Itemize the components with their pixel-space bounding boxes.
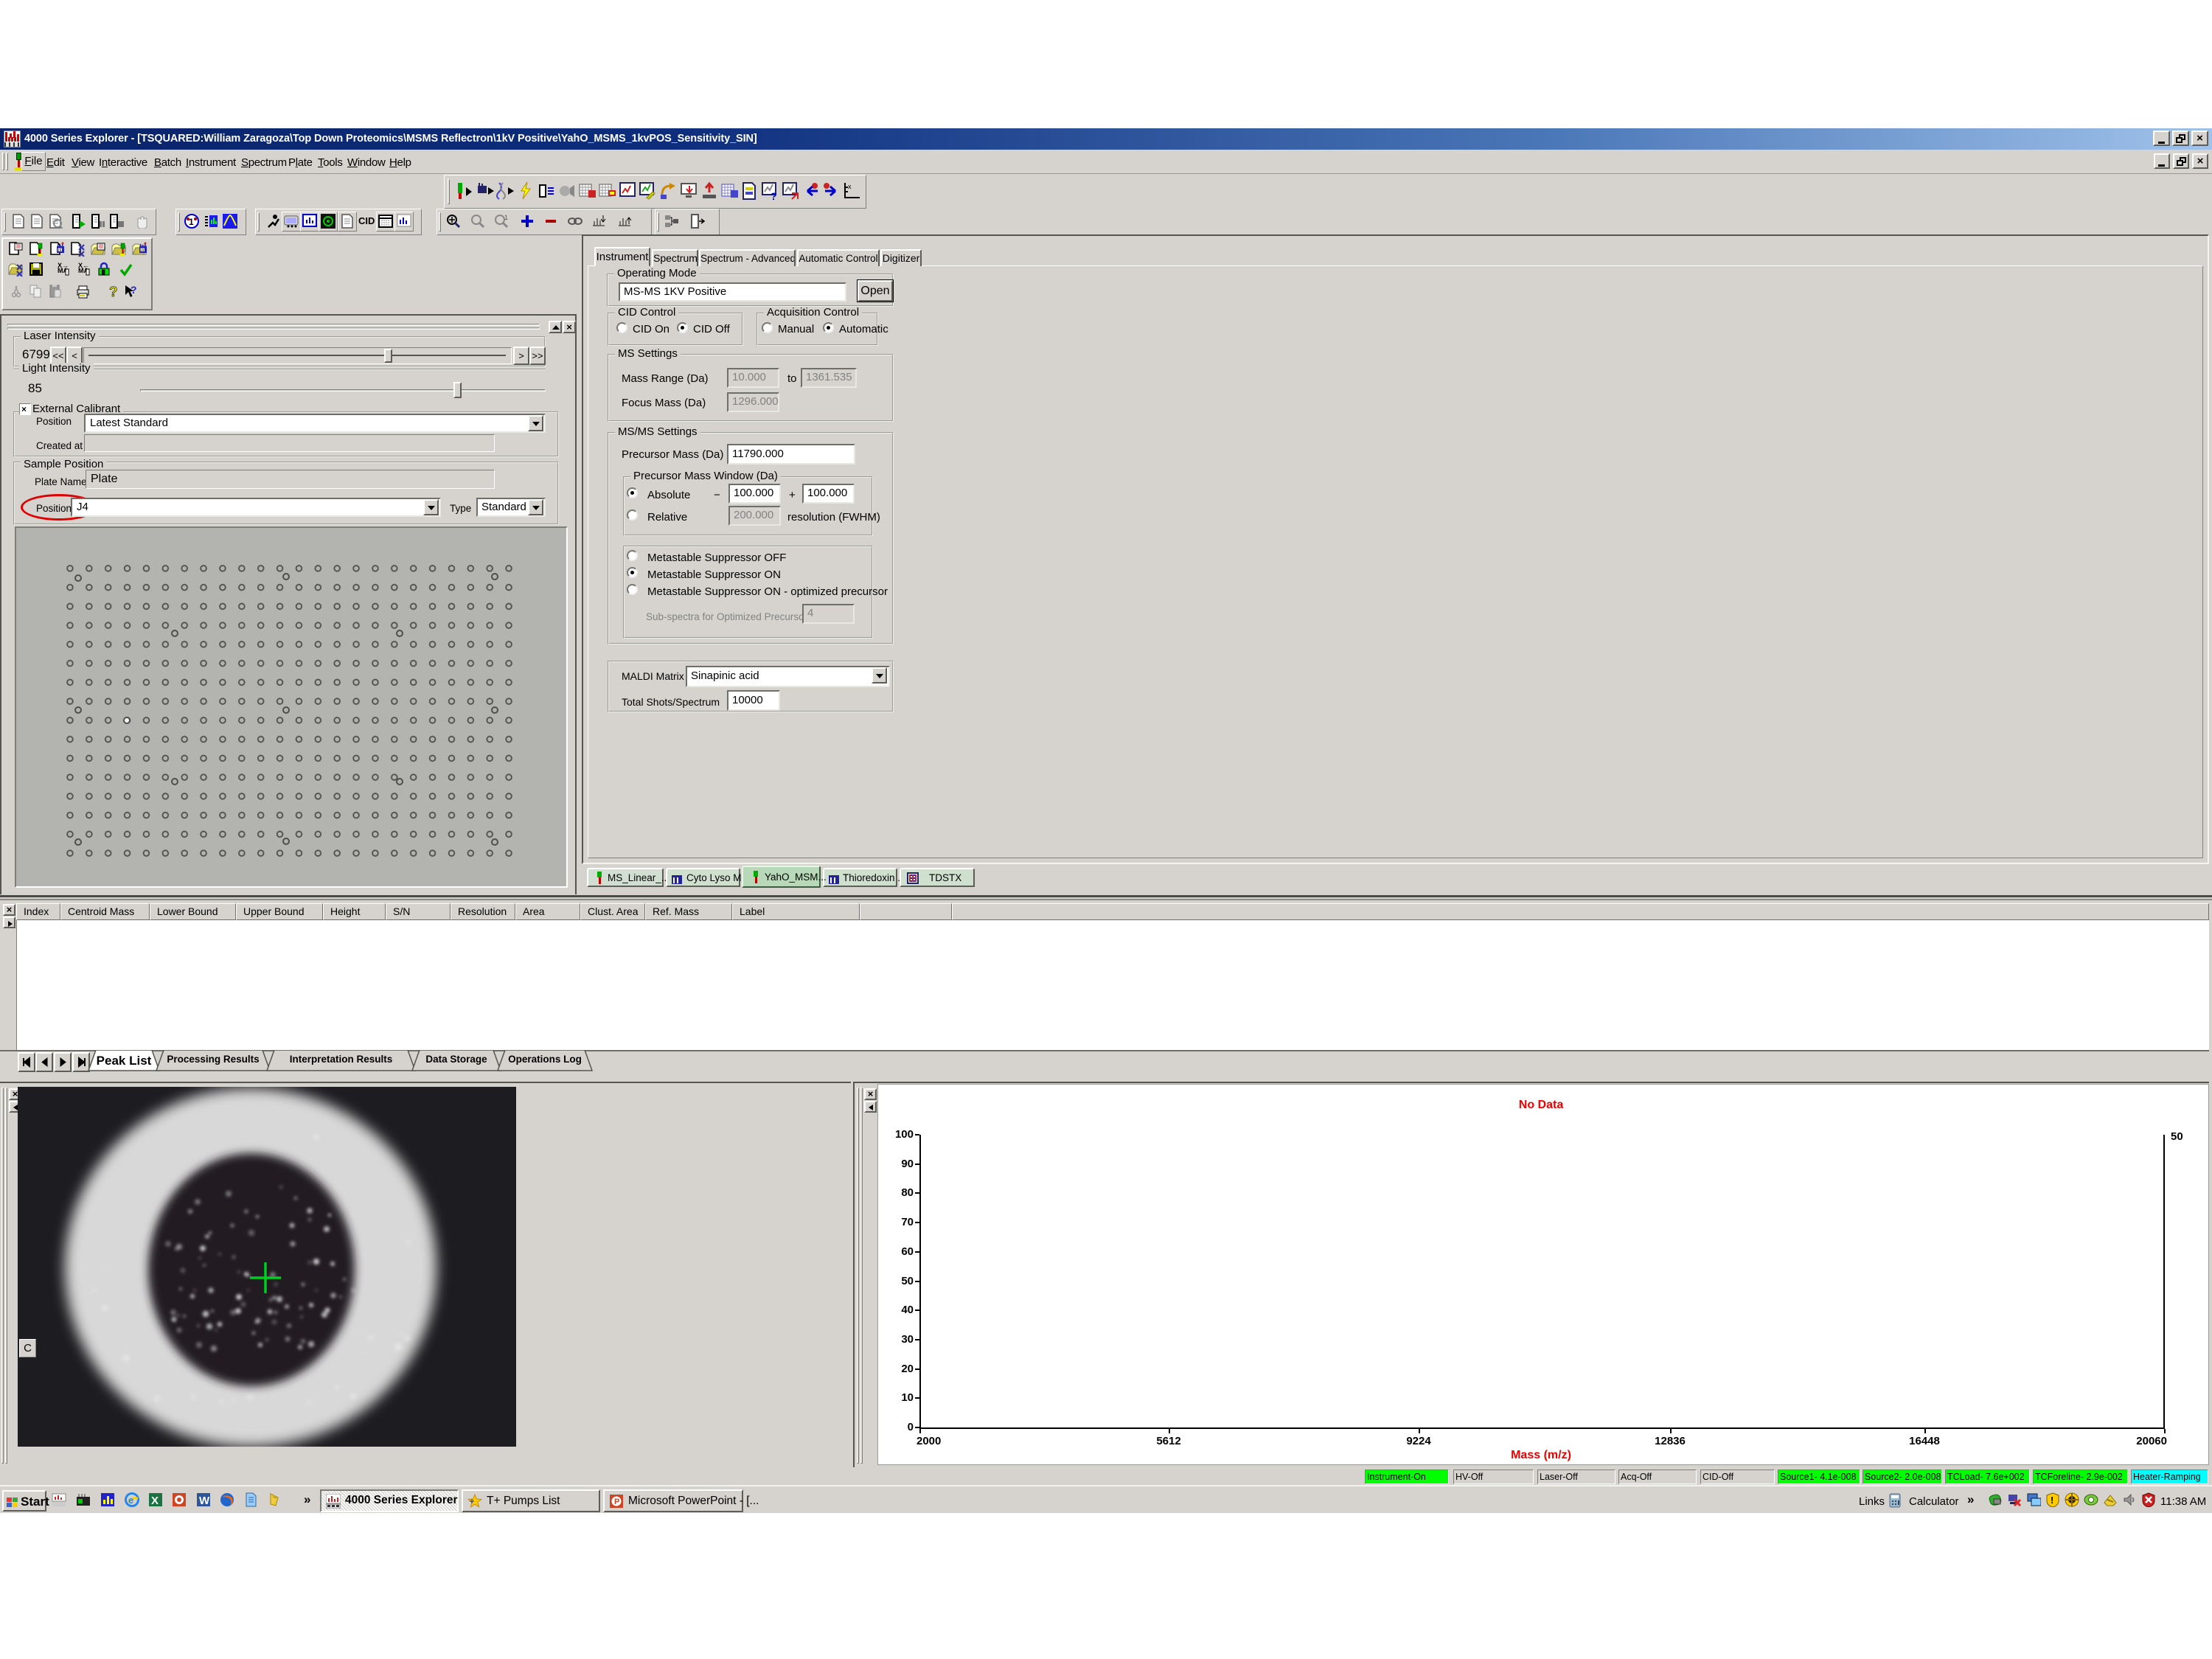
svg-text:!: ! xyxy=(2051,1495,2053,1506)
svg-text:W: W xyxy=(199,1495,210,1507)
svg-text:▐▌: ▐▌ xyxy=(100,269,107,275)
svg-text:X: X xyxy=(151,1495,159,1507)
svg-text:?: ? xyxy=(131,284,137,296)
svg-text:1: 1 xyxy=(504,214,508,221)
svg-text:P: P xyxy=(614,1498,619,1506)
svg-text:?: ? xyxy=(771,190,777,201)
svg-text:e: e xyxy=(128,1495,133,1506)
svg-text:1: 1 xyxy=(189,217,194,227)
svg-text:x: x xyxy=(848,183,852,190)
svg-text:?: ? xyxy=(109,285,118,299)
